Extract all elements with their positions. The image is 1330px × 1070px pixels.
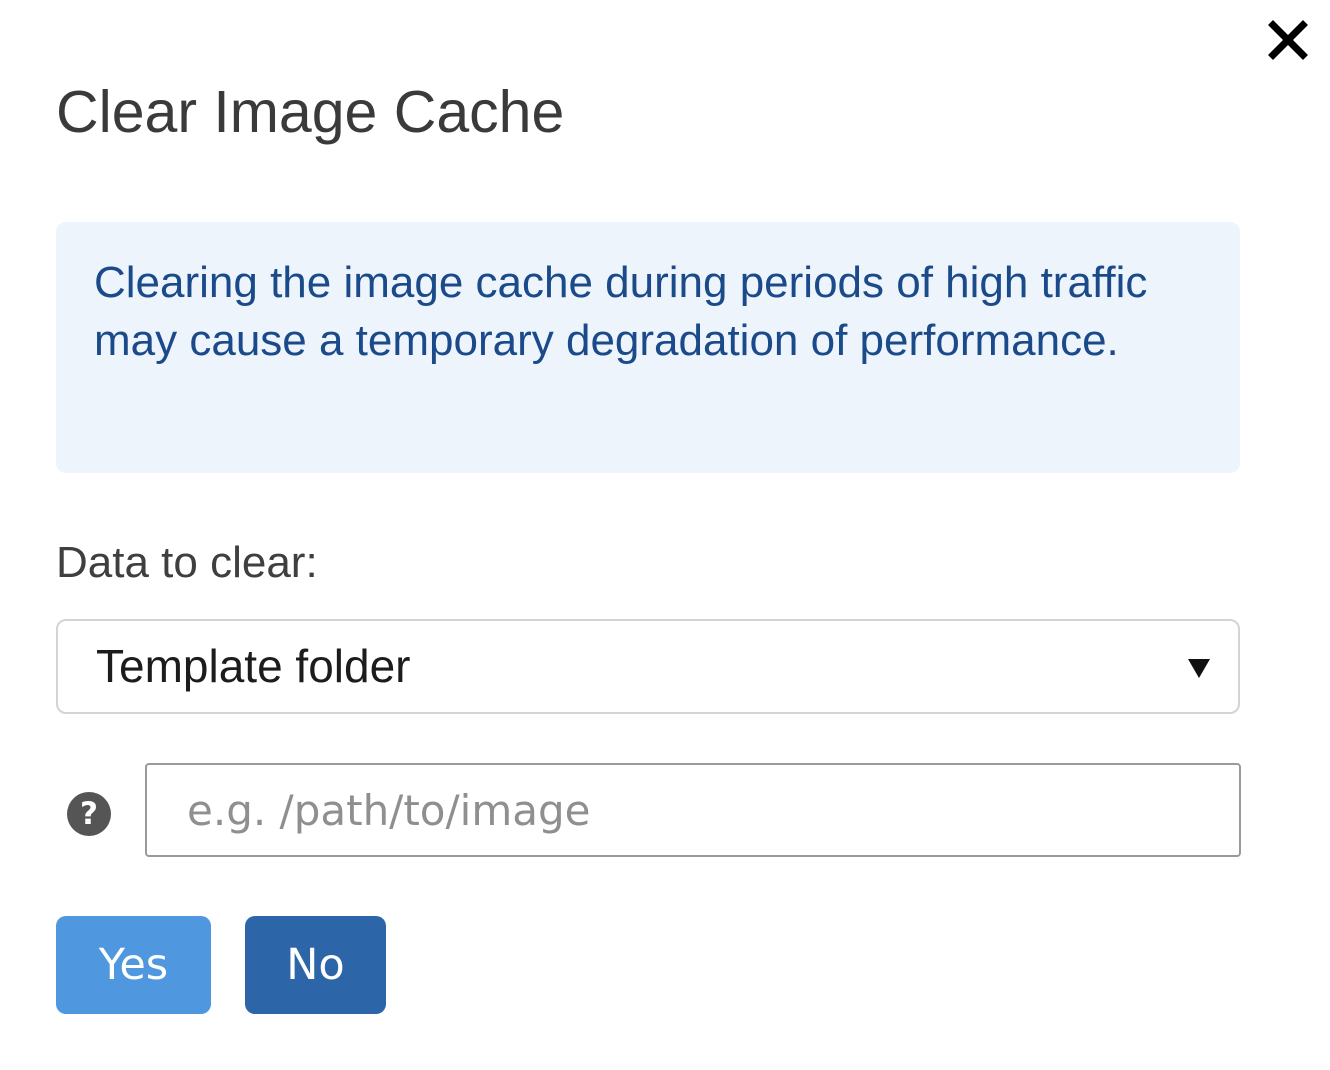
close-button[interactable]: [1262, 16, 1314, 64]
dialog-title: Clear Image Cache: [56, 79, 565, 145]
alert-text: Clearing the image cache during periods …: [94, 258, 1148, 365]
close-icon: [1268, 20, 1308, 60]
data-to-clear-label: Data to clear:: [56, 538, 318, 587]
info-alert: Clearing the image cache during periods …: [56, 222, 1240, 473]
question-circle-icon[interactable]: ?: [67, 792, 111, 836]
path-input[interactable]: [145, 763, 1241, 857]
clear-image-cache-dialog: Clear Image Cache Clearing the image cac…: [0, 0, 1330, 1070]
yes-button[interactable]: Yes: [56, 916, 211, 1014]
data-to-clear-select[interactable]: Template folder: [56, 619, 1240, 714]
caret-down-icon: [1188, 659, 1210, 678]
no-button[interactable]: No: [245, 916, 386, 1014]
select-value: Template folder: [96, 640, 411, 692]
